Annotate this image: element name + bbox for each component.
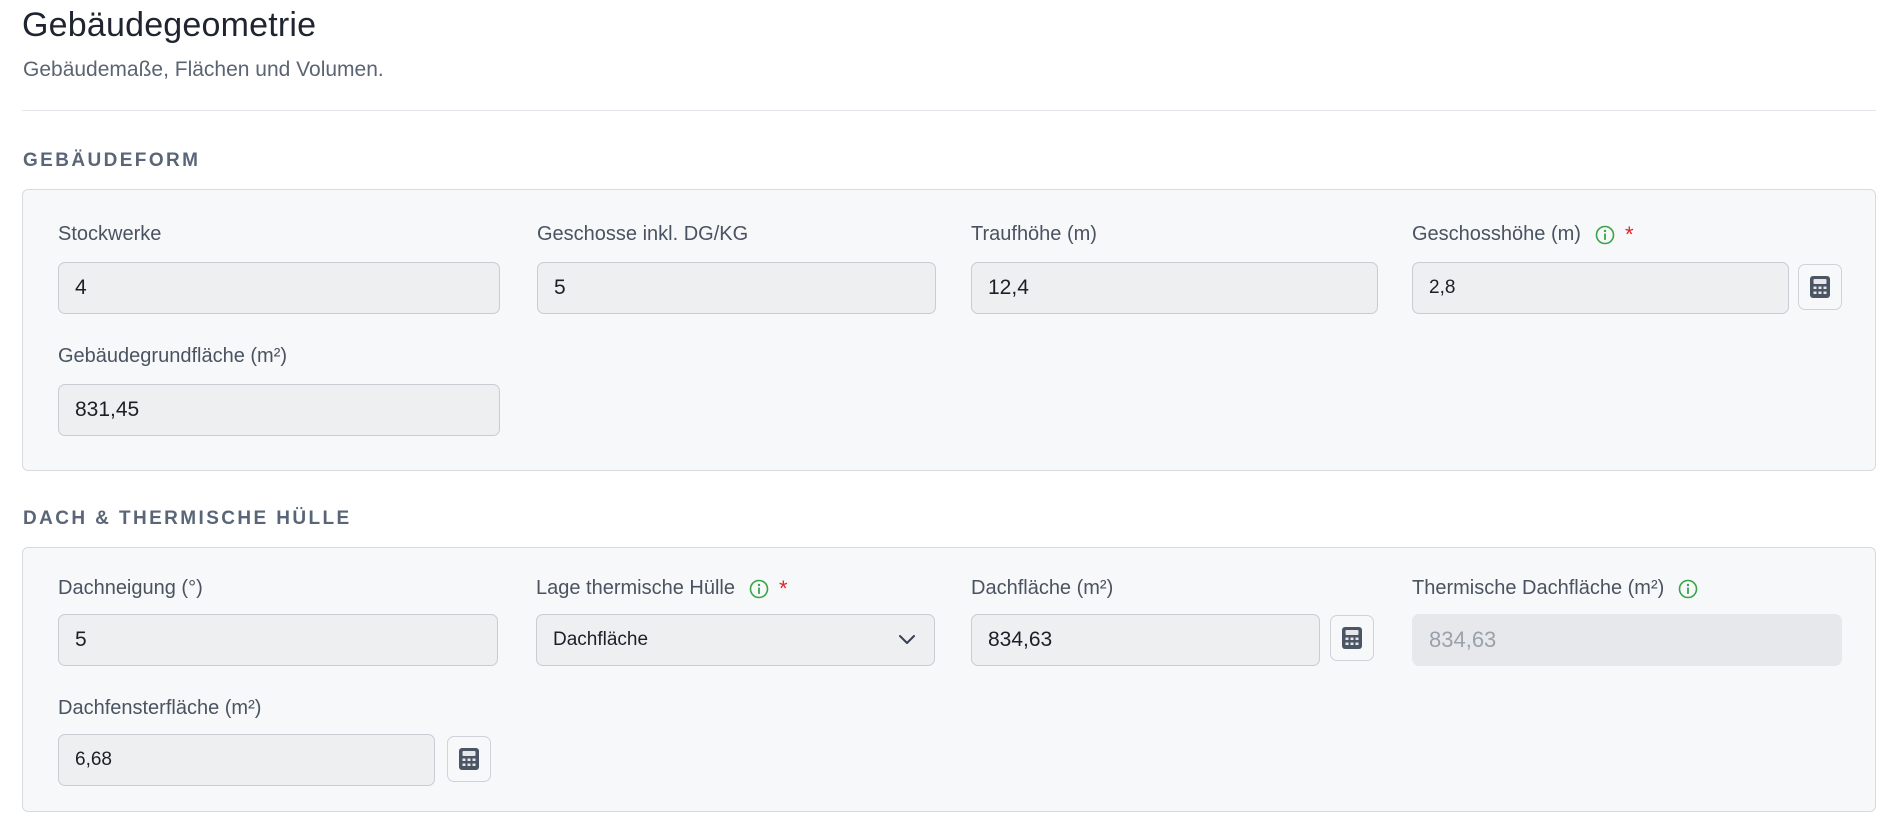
label-text: Lage thermische Hülle <box>536 577 735 599</box>
card-dach: Dachneigung (°) 5 Lage thermische Hülle … <box>22 547 1876 812</box>
label-text: Dachneigung (°) <box>58 577 203 599</box>
label-text: Dachfensterfläche (m²) <box>58 697 262 719</box>
input-dachflaeche[interactable]: 834,63 <box>971 614 1320 666</box>
section-title-dach: DACH & THERMISCHE HÜLLE <box>23 508 352 529</box>
label-stockwerke: Stockwerke <box>58 223 161 246</box>
label-text: Geschosshöhe (m) <box>1412 223 1581 245</box>
label-text: Stockwerke <box>58 223 162 245</box>
input-dachneigung[interactable]: 5 <box>58 614 498 666</box>
input-traufhoehe[interactable]: 12,4 <box>971 262 1378 314</box>
calculator-icon <box>1342 627 1362 649</box>
readonly-thermische-dachflaeche: 834,63 <box>1412 614 1842 666</box>
label-text: Thermische Dachfläche (m²) <box>1412 577 1665 599</box>
label-dachfenster: Dachfensterfläche (m²) <box>58 697 261 720</box>
info-circle-icon[interactable] <box>1595 225 1615 245</box>
chevron-down-icon <box>899 635 915 644</box>
page-subtitle: Gebäudemaße, Flächen und Volumen. <box>23 58 384 81</box>
input-geschosshoehe[interactable]: 2,8 <box>1412 262 1789 314</box>
calculate-dachflaeche-button[interactable] <box>1330 615 1374 661</box>
header-divider <box>22 110 1876 111</box>
select-lage-thermische-huelle[interactable]: Dachfläche <box>536 614 935 666</box>
input-dachfenster[interactable]: 6,68 <box>58 734 435 786</box>
label-text: Traufhöhe (m) <box>971 223 1097 245</box>
label-geschosshoehe: Geschosshöhe (m) * <box>1412 223 1634 246</box>
label-thermische-dachflaeche: Thermische Dachfläche (m²) <box>1412 577 1698 600</box>
info-circle-icon[interactable] <box>749 579 769 599</box>
section-title-gebaeudeform: GEBÄUDEFORM <box>23 150 201 171</box>
calculator-icon <box>1810 276 1830 298</box>
label-grundflaeche: Gebäudegrundfläche (m²) <box>58 345 287 368</box>
calculate-dachfenster-button[interactable] <box>447 736 491 782</box>
input-stockwerke[interactable]: 4 <box>58 262 500 314</box>
label-traufhoehe: Traufhöhe (m) <box>971 223 1097 246</box>
label-text: Gebäudegrundfläche (m²) <box>58 345 288 367</box>
select-value: Dachfläche <box>553 629 649 650</box>
required-marker: * <box>1624 221 1634 247</box>
input-geschosse[interactable]: 5 <box>537 262 936 314</box>
input-grundflaeche[interactable]: 831,45 <box>58 384 500 436</box>
label-text: Dachfläche (m²) <box>971 577 1114 599</box>
calculator-icon <box>459 748 479 770</box>
page-title: Gebäudegeometrie <box>22 6 317 44</box>
label-geschosse: Geschosse inkl. DG/KG <box>537 223 748 246</box>
label-lage: Lage thermische Hülle * <box>536 577 788 600</box>
required-marker: * <box>779 575 788 601</box>
info-circle-icon[interactable] <box>1678 579 1698 599</box>
card-gebaeudeform: Stockwerke 4 Geschosse inkl. DG/KG 5 Tra… <box>22 189 1876 471</box>
label-dachflaeche: Dachfläche (m²) <box>971 577 1113 600</box>
label-dachneigung: Dachneigung (°) <box>58 577 203 600</box>
label-text: Geschosse inkl. DG/KG <box>537 223 749 245</box>
calculate-geschosshoehe-button[interactable] <box>1798 264 1842 310</box>
